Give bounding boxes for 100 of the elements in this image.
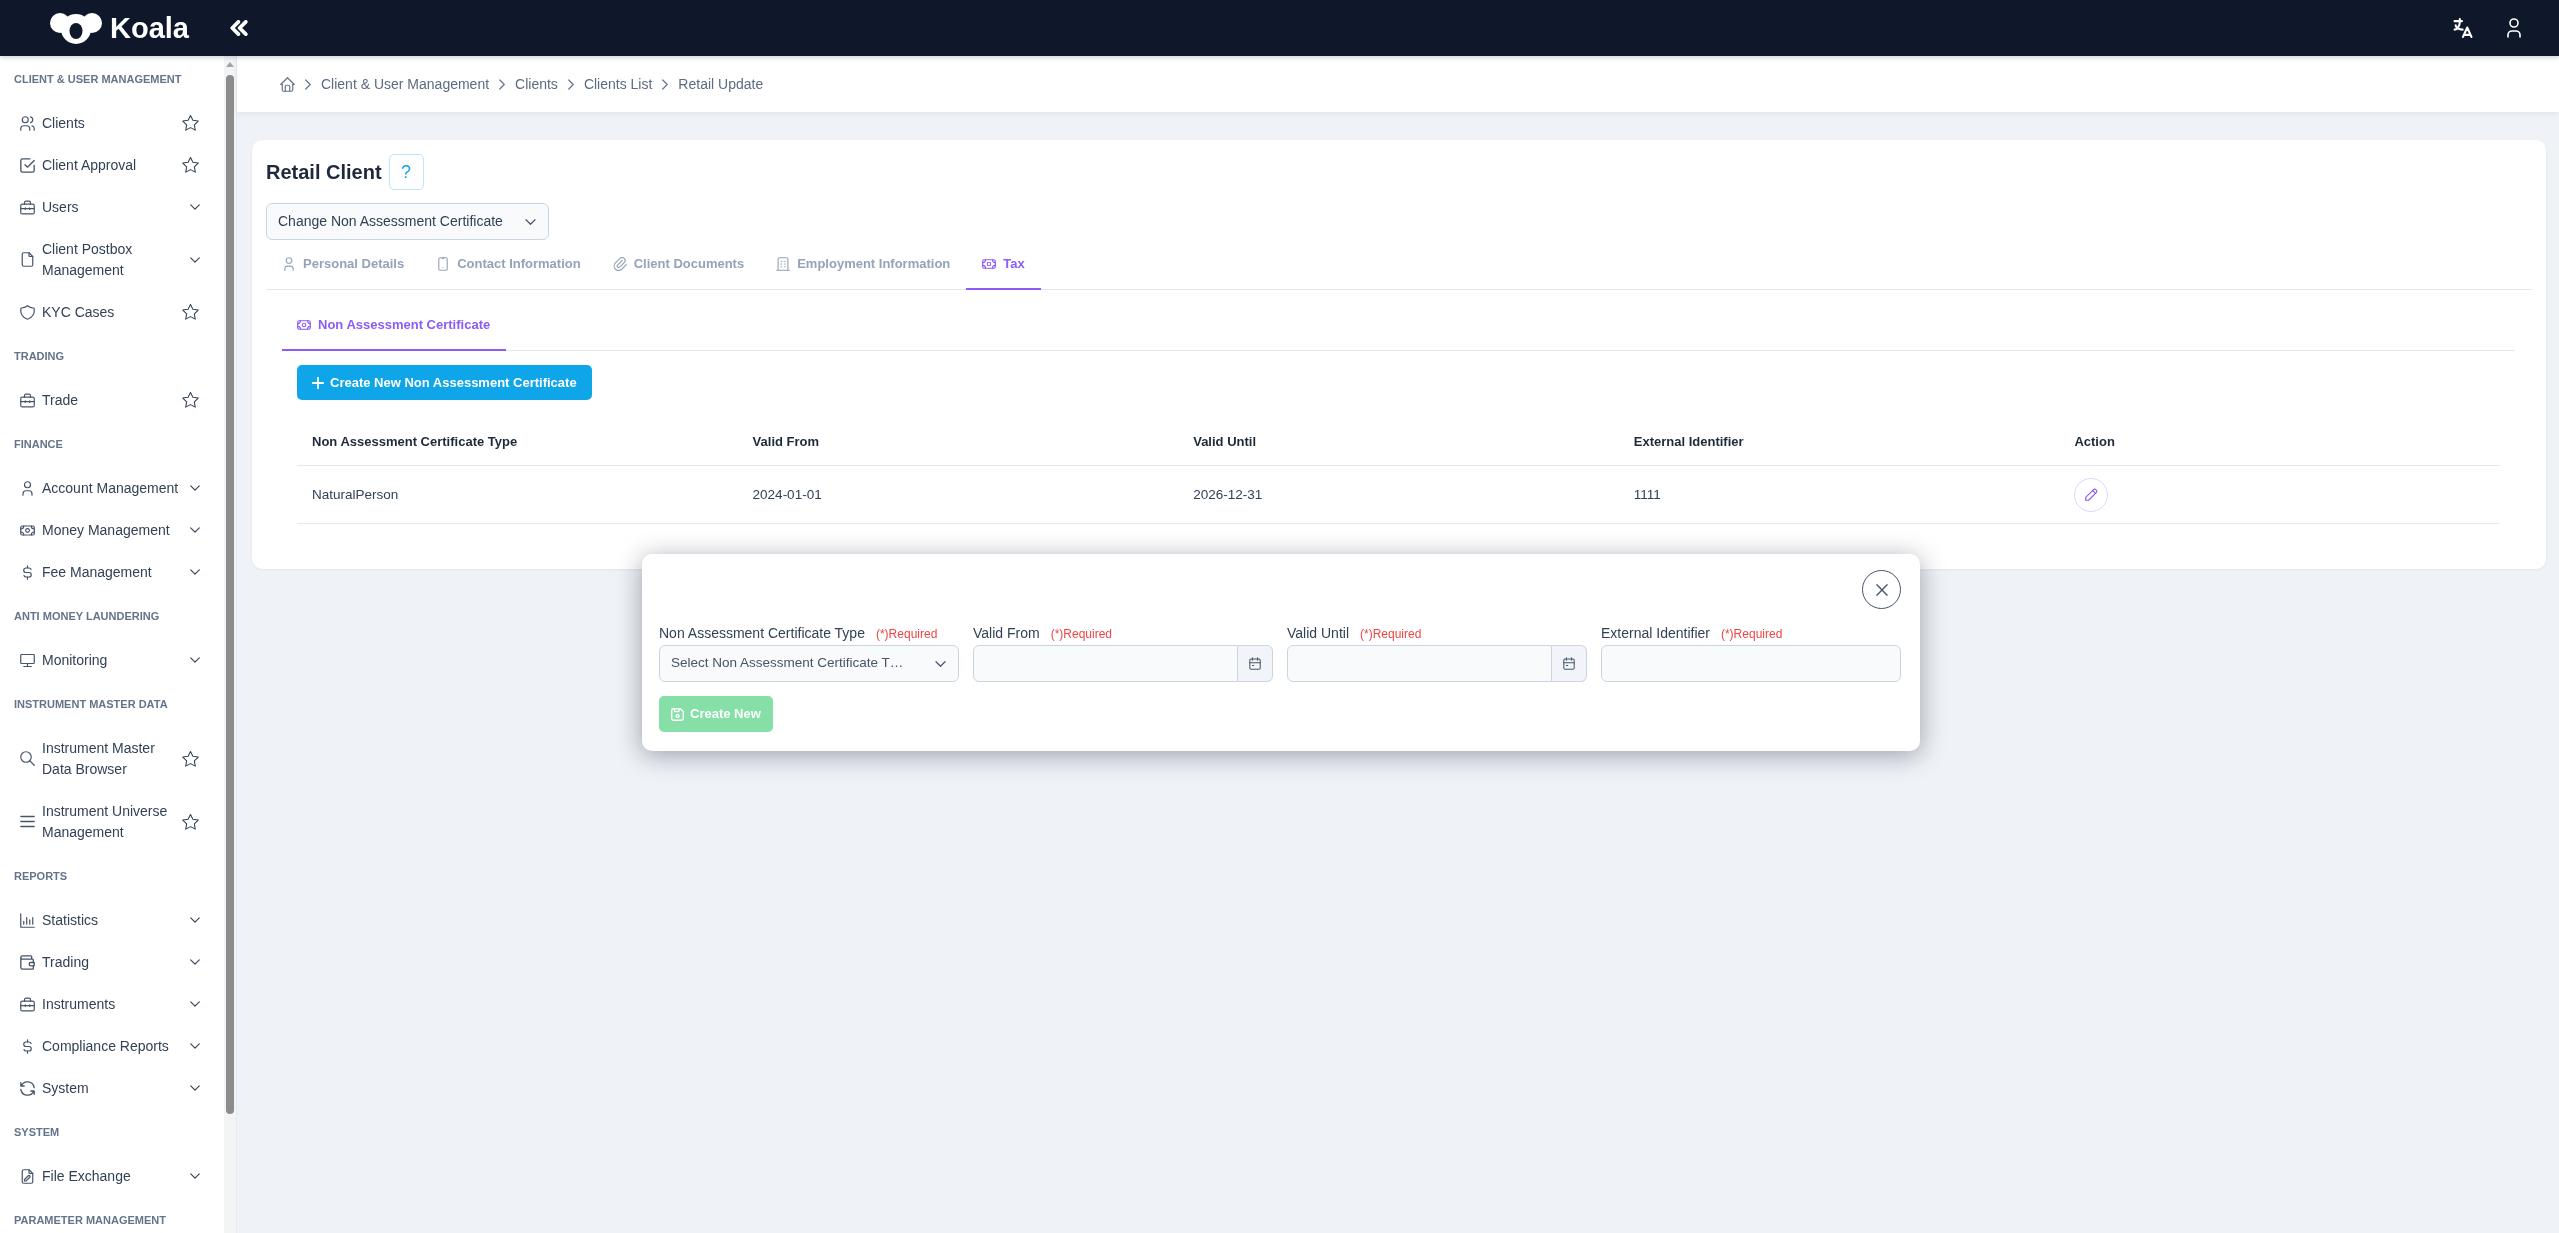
briefcase-icon (20, 392, 35, 408)
column-header: Action (2059, 418, 2500, 466)
page-title: Retail Client (266, 160, 382, 184)
breadcrumb-current: Retail Update (678, 74, 764, 94)
close-icon (1875, 583, 1888, 596)
sidebar-item[interactable]: Monitoring (0, 639, 224, 681)
date-field[interactable] (1287, 645, 1552, 682)
paperclip-icon (612, 257, 627, 271)
sidebar-item[interactable]: Client Approval (0, 144, 224, 186)
sidebar-section-title: CLIENT & USER MANAGEMENT (13, 71, 183, 87)
required-note: (*)Required (1360, 626, 1422, 643)
user-icon (20, 480, 35, 496)
wallet-icon (20, 954, 35, 970)
table-cell: NaturalPerson (297, 465, 738, 524)
phone-icon (436, 257, 451, 271)
action-select[interactable]: Change Non Assessment Certificate (266, 203, 549, 240)
plus-icon (312, 376, 324, 389)
table-cell: 1111 (1618, 465, 2060, 524)
field-label: Valid Until (1287, 624, 1349, 643)
tab[interactable]: Non Assessment Certificate (282, 300, 507, 351)
dollar-icon (20, 1038, 35, 1054)
sidebar-item[interactable]: Instrument Master Data Browser (0, 727, 224, 790)
search-icon (20, 751, 35, 766)
chevron-down-icon (190, 1043, 200, 1049)
sidebar-item[interactable]: Trading (0, 941, 224, 983)
field-label: Non Assessment Certificate Type (659, 624, 865, 643)
brand-name[interactable]: Koala (110, 13, 189, 43)
sidebar-item[interactable]: Money Management (0, 509, 224, 551)
sidebar-item[interactable]: Clients (0, 102, 224, 144)
star-icon[interactable] (182, 157, 199, 173)
chevron-down-icon (190, 256, 200, 263)
edit-button[interactable] (2074, 477, 2109, 512)
chevron-down-icon (525, 218, 536, 225)
chevron-down-icon (935, 660, 946, 667)
chevron-down-icon (190, 527, 200, 533)
building-icon (776, 257, 791, 271)
star-icon[interactable] (182, 392, 199, 408)
briefcase-icon (20, 996, 35, 1012)
chevron-down-icon (190, 1085, 200, 1091)
translate-icon[interactable] (2453, 18, 2473, 38)
pencil-icon (2084, 488, 2098, 501)
chevrons-left-icon[interactable] (230, 20, 248, 36)
select-field[interactable]: Select Non Assessment Certificate T… (659, 645, 959, 682)
sidebar-item[interactable]: Fee Management (0, 551, 224, 593)
sidebar-item[interactable]: System (0, 1067, 224, 1109)
star-icon[interactable] (182, 115, 199, 131)
banknote-icon (297, 318, 311, 332)
calendar-button[interactable] (1238, 645, 1273, 682)
bar-chart-icon (20, 912, 35, 928)
sidebar-section-title: INSTRUMENT MASTER DATA (13, 696, 169, 712)
column-header: Non Assessment Certificate Type (297, 418, 738, 466)
sidebar-item[interactable]: Trade (0, 379, 224, 421)
sidebar-section-title: PARAMETER MANAGEMENT (13, 1212, 167, 1228)
koala-logo-icon[interactable] (49, 12, 103, 44)
users-icon (20, 115, 35, 131)
sidebar-item[interactable]: Client Postbox Management (0, 228, 224, 291)
column-header: Valid From (737, 418, 1179, 466)
sidebar-item[interactable]: KYC Cases (0, 291, 224, 333)
refresh-icon (20, 1080, 35, 1096)
shield-icon (20, 304, 35, 320)
menu-icon (20, 814, 35, 829)
required-note: (*)Required (1720, 626, 1783, 643)
monitor-icon (20, 652, 35, 668)
chevron-right-icon (567, 78, 574, 90)
dollar-icon (20, 564, 35, 580)
banknote-icon (982, 257, 997, 271)
user-icon[interactable] (2504, 18, 2524, 38)
text-field[interactable] (1601, 645, 1901, 682)
sidebar-section-title: TRADING (13, 348, 66, 364)
sidebar-section-title: ANTI MONEY LAUNDERING (13, 608, 161, 624)
close-button[interactable] (1862, 570, 1901, 609)
date-field[interactable] (973, 645, 1238, 682)
sidebar-item[interactable]: Account Management (0, 467, 224, 509)
sidebar-item[interactable]: Instrument Universe Management (0, 790, 224, 853)
breadcrumb-link[interactable]: Clients List (583, 73, 653, 95)
home-icon[interactable] (280, 76, 295, 92)
scrollbar-thumb[interactable] (226, 75, 234, 1114)
breadcrumb-link[interactable]: Client & User Management (321, 73, 490, 95)
briefcase-icon (20, 199, 35, 215)
sidebar-item[interactable]: File Exchange (0, 1155, 224, 1197)
field-label: Valid From (973, 624, 1040, 643)
breadcrumb-link[interactable]: Clients (515, 73, 558, 95)
sidebar-item[interactable]: Instruments (0, 983, 224, 1025)
chevron-right-icon (499, 78, 506, 90)
tab[interactable]: Tax (966, 243, 1041, 290)
star-icon[interactable] (182, 750, 199, 767)
column-header: External Identifier (1618, 418, 2060, 466)
chevron-down-icon (190, 959, 200, 965)
table-cell: 2026-12-31 (1178, 465, 1619, 524)
chevron-down-icon (190, 485, 200, 491)
sidebar-item[interactable]: Compliance Reports (0, 1025, 224, 1067)
star-icon[interactable] (182, 813, 199, 830)
chevron-down-icon (190, 1001, 200, 1007)
chevron-right-icon (305, 78, 311, 90)
calendar-button[interactable] (1552, 645, 1587, 682)
sidebar-item[interactable]: Users (0, 186, 224, 228)
star-icon[interactable] (182, 304, 199, 320)
sidebar-section-title: REPORTS (13, 868, 69, 884)
chevron-down-icon (190, 569, 200, 575)
sidebar-item[interactable]: Statistics (0, 899, 224, 941)
